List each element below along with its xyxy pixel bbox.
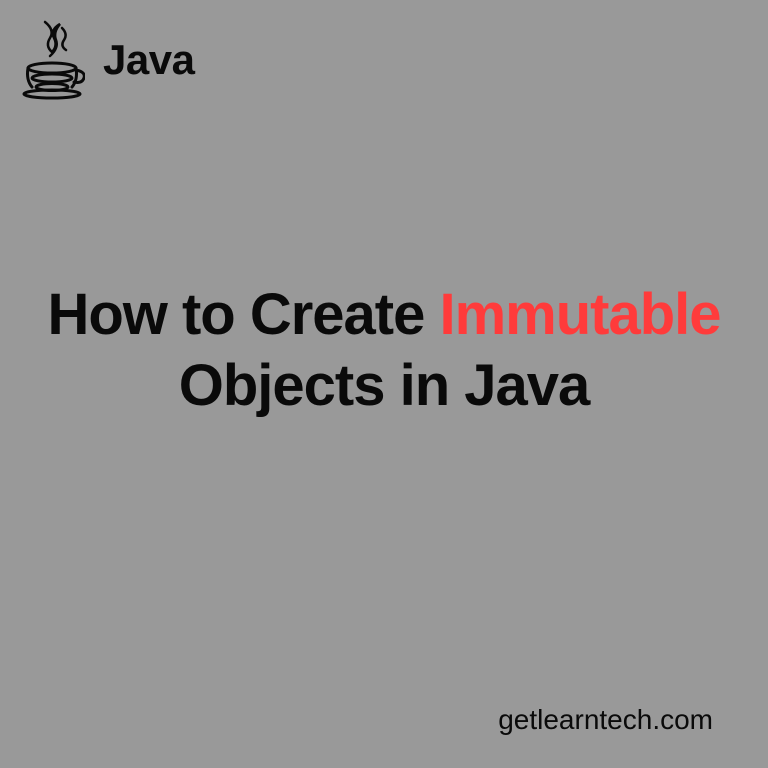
title-container: How to Create Immutable Objects in Java <box>0 280 768 422</box>
title-part-2: Objects in Java <box>179 353 590 418</box>
page-title: How to Create Immutable Objects in Java <box>40 280 728 422</box>
logo-text: Java <box>103 36 194 84</box>
logo-area: Java <box>20 20 194 100</box>
footer-url: getlearntech.com <box>498 704 713 736</box>
java-logo-icon <box>20 20 85 100</box>
title-highlight: Immutable <box>440 282 721 347</box>
title-part-1: How to Create <box>47 282 439 347</box>
